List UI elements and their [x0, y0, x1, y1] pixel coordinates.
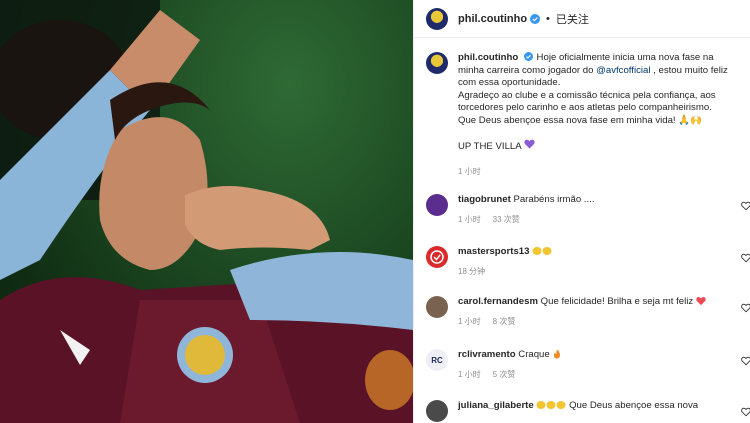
- post-caption: phil.coutinho Hoje oficialmente inicia u…: [414, 38, 750, 178]
- caption-body: phil.coutinho Hoje oficialmente inicia u…: [458, 52, 738, 178]
- heart-outline-icon[interactable]: [741, 404, 750, 417]
- red-heart-emoji-icon: [696, 296, 706, 306]
- comment-username[interactable]: rclivramento: [458, 349, 516, 360]
- author-avatar[interactable]: [426, 7, 448, 30]
- verified-badge-icon: [530, 13, 541, 24]
- clapping-hands-emoji-icon: [546, 400, 556, 410]
- caption-avatar[interactable]: [426, 52, 448, 74]
- tiago-avatar[interactable]: [426, 194, 448, 216]
- comment-text: Que felicidade! Brilha e seja mt feliz: [540, 296, 694, 307]
- header-separator: •: [546, 12, 550, 25]
- comment-likes[interactable]: 33 次赞: [493, 214, 520, 226]
- comment-text: Craque: [518, 349, 550, 360]
- caption-timestamp: 1 小时: [458, 166, 481, 176]
- carol-avatar[interactable]: [426, 296, 448, 318]
- mastersports-logo[interactable]: [426, 246, 448, 268]
- caption-text-3: Que Deus abençoe essa nova fase em minha…: [458, 114, 703, 126]
- comment-item: mastersports13 18 分钟: [426, 246, 750, 278]
- flexed-biceps-emoji-icon: [542, 246, 552, 256]
- fire-emoji-icon: [552, 349, 562, 359]
- comment-item: RC rclivramento Craque 1 小时 5 次赞: [426, 349, 750, 381]
- juliana-avatar[interactable]: [426, 400, 448, 422]
- heart-outline-icon[interactable]: [741, 353, 750, 366]
- comment-time: 1 小时: [458, 370, 481, 379]
- raising-hands-emoji-icon: [536, 400, 546, 410]
- folded-hands-emoji-icon: [556, 400, 566, 410]
- heart-outline-icon[interactable]: [741, 300, 750, 313]
- comment-username[interactable]: juliana_gilaberte: [458, 400, 534, 411]
- purple-heart-icon: [524, 139, 535, 154]
- caption-text-4: UP THE VILLA: [458, 140, 522, 152]
- comment-text: Que Deus abençoe essa nova: [569, 400, 699, 411]
- comment-item: juliana_gilaberte Que Deus abençoe essa …: [426, 400, 750, 422]
- verified-badge-icon: [523, 52, 534, 62]
- heart-outline-icon[interactable]: [741, 250, 750, 263]
- post-side-panel: phil.coutinho • 已关注 phil.coutinho Hoje o…: [413, 0, 750, 423]
- post-header: phil.coutinho • 已关注: [414, 0, 750, 38]
- comment-time: 1 小时: [458, 317, 481, 326]
- comment-likes[interactable]: 5 次赞: [493, 369, 516, 381]
- post-media[interactable]: [0, 0, 413, 423]
- comment-item: tiagobrunet Parabéns irmão .... 1 小时 33 …: [426, 194, 750, 226]
- comment-text: Parabéns irmão ....: [513, 194, 595, 205]
- caption-username[interactable]: phil.coutinho: [458, 52, 518, 63]
- heart-outline-icon[interactable]: [741, 198, 750, 211]
- post-photo: [0, 0, 413, 423]
- comment-time: 18 分钟: [458, 267, 486, 276]
- comment-username[interactable]: mastersports13: [458, 246, 529, 257]
- comment-username[interactable]: tiagobrunet: [458, 194, 511, 205]
- comment-likes[interactable]: 8 次赞: [493, 316, 516, 328]
- comment-time: 1 小时: [458, 215, 481, 224]
- author-username[interactable]: phil.coutinho: [458, 13, 527, 25]
- rc-logo[interactable]: RC: [426, 349, 448, 371]
- comment-username[interactable]: carol.fernandesm: [458, 296, 538, 307]
- mention-link[interactable]: @avfcofficial: [596, 65, 650, 76]
- comment-item: carol.fernandesm Que felicidade! Brilha …: [426, 296, 750, 328]
- caption-text-2: Agradeço ao clube e a comissão técnica p…: [458, 89, 716, 114]
- follow-status-button[interactable]: 已关注: [556, 11, 589, 27]
- flexed-biceps-emoji-icon: [532, 246, 542, 256]
